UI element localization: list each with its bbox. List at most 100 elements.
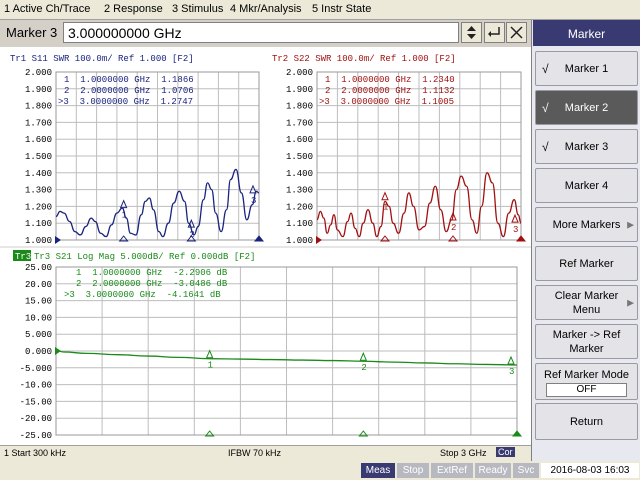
chart-title: Tr2 S22 SWR 100.0m/ Ref 1.000 [F2] — [272, 54, 456, 64]
y-tick-label: 1.300 — [25, 186, 52, 196]
ref-level-arrow — [55, 236, 61, 244]
marker-number: 2 — [361, 363, 366, 373]
y-tick-label: 1.200 — [25, 202, 52, 212]
return-button[interactable]: Return — [535, 403, 638, 440]
marker-number: 3 — [251, 196, 256, 206]
marker-x-indicator — [253, 235, 265, 242]
more-markers-button[interactable]: More Markers ▶ — [535, 207, 638, 242]
softkey-label: Marker 3 — [564, 140, 609, 153]
chart-tr3-s21: Tr3 Tr3 S21 Log Mag 5.000dB/ Ref 0.000dB… — [13, 250, 523, 441]
marker-readout-line: 1 1.0000000 GHz -2.2906 dB — [76, 268, 228, 278]
marker-number: 1 — [383, 203, 388, 213]
marker-readout-line: 2 2.0000000 GHz 1.1132 — [325, 86, 455, 96]
chart-title: Tr1 S11 SWR 100.0m/ Ref 1.000 [F2] — [10, 54, 194, 64]
clear-marker-menu-button[interactable]: Clear Marker Menu ▶ — [535, 285, 638, 320]
y-tick-label: 1.500 — [25, 152, 52, 162]
y-tick-label: 15.00 — [25, 297, 52, 307]
menu-bar: 1 Active Ch/Trace 2 Response 3 Stimulus … — [0, 0, 640, 20]
y-tick-label: 2.000 — [25, 68, 52, 78]
status-bar: 1 Start 300 kHz IFBW 70 kHz Stop 3 GHz C… — [0, 445, 531, 461]
ref-marker-button[interactable]: Ref Marker — [535, 246, 638, 281]
marker-readout-line: 2 2.0000000 GHz -3.0486 dB — [76, 279, 228, 289]
softkey-label: Ref Marker Mode — [544, 369, 629, 381]
menu-instr-state[interactable]: 5 Instr State — [312, 3, 371, 15]
marker-to-ref-marker-button[interactable]: Marker -> Ref Marker — [535, 324, 638, 359]
softkey-label: Marker 4 — [564, 179, 609, 192]
enter-icon[interactable] — [484, 22, 505, 43]
softkey-label: Return — [569, 415, 604, 428]
marker-readout: 1 1.0000000 GHz 1.2340 2 2.0000000 GHz 1… — [319, 75, 455, 107]
status-stop: Stop 3 GHz — [440, 448, 487, 458]
y-tick-label: 1.600 — [25, 135, 52, 145]
menu-response[interactable]: 2 Response — [104, 3, 163, 15]
marker-readout-line: 1 1.0000000 GHz 1.2340 — [325, 75, 455, 85]
marker-number: 2 — [451, 223, 456, 233]
y-tick-label: 1.900 — [286, 85, 313, 95]
entry-label: Marker 3 — [6, 25, 58, 40]
entry-bar: Marker 3 3.000000000 GHz — [0, 20, 531, 47]
y-tick-label: 1.600 — [286, 135, 313, 145]
status-ifbw: IFBW 70 kHz — [228, 448, 282, 458]
marker-2-button[interactable]: √ Marker 2 — [535, 90, 638, 125]
softkey-label: Clear Marker Menu — [554, 289, 619, 316]
svc-indicator: Svc — [513, 463, 539, 478]
softkey-label: Marker -> Ref Marker — [552, 328, 621, 355]
ref-level-arrow — [55, 347, 61, 355]
tr3-badge-label: Tr3 — [15, 252, 31, 262]
marker-readout-line: >3 3.0000000 GHz 1.1005 — [319, 97, 454, 107]
marker-3-button[interactable]: √ Marker 3 — [535, 129, 638, 164]
y-tick-label: 1.400 — [286, 169, 313, 179]
status-start: 1 Start 300 kHz — [4, 448, 67, 458]
marker-4-button[interactable]: Marker 4 — [535, 168, 638, 203]
marker-1-button[interactable]: √ Marker 1 — [535, 51, 638, 86]
menu-stimulus[interactable]: 3 Stimulus — [172, 3, 223, 15]
meas-indicator: Meas — [361, 463, 395, 478]
ready-indicator: Ready — [475, 463, 511, 478]
stop-indicator: Stop — [397, 463, 429, 478]
y-tick-label: 10.00 — [25, 313, 52, 323]
ref-marker-mode-value: OFF — [546, 383, 627, 397]
marker-number: 1 — [122, 211, 127, 221]
y-tick-label: 1.400 — [25, 169, 52, 179]
y-tick-label: 2.000 — [286, 68, 313, 78]
ref-marker-mode-button[interactable]: Ref Marker Mode OFF — [535, 363, 638, 400]
marker-readout-line: >3 3.0000000 GHz -4.1641 dB — [64, 290, 221, 300]
chart-tr2-s22: Tr2 S22 SWR 100.0m/ Ref 1.000 [F2] 2.000… — [272, 54, 527, 246]
spin-up-down-icon[interactable] — [461, 22, 482, 43]
chart-title: Tr3 S21 Log Mag 5.000dB/ Ref 0.000dB [F2… — [34, 252, 255, 262]
charts-svg: Tr1 S11 SWR 100.0m/ Ref 1.000 [F2] 2.000… — [0, 54, 531, 441]
marker-readout-line: >3 3.0000000 GHz 1.2747 — [58, 97, 193, 107]
y-tick-label: 1.700 — [286, 118, 313, 128]
y-tick-label: 1.500 — [286, 152, 313, 162]
marker-triangle — [511, 213, 519, 223]
y-tick-label: 20.00 — [25, 280, 52, 290]
marker-readout-line: 2 2.0000000 GHz 1.0706 — [64, 86, 194, 96]
status-cor-badge: Cor — [496, 447, 515, 457]
marker-x-indicator — [511, 430, 523, 437]
softkey-label: More Markers — [552, 218, 621, 231]
y-tick-label: 1.100 — [286, 219, 313, 229]
y-tick-label: 1.000 — [25, 236, 52, 246]
chart-tr1-s11: Tr1 S11 SWR 100.0m/ Ref 1.000 [F2] 2.000… — [10, 54, 265, 246]
marker-triangle — [381, 191, 389, 201]
menu-mkr-analysis[interactable]: 4 Mkr/Analysis — [230, 3, 302, 15]
marker-number: 1 — [208, 361, 213, 371]
y-tick-label: 1.000 — [286, 236, 313, 246]
y-tick-label: 25.00 — [25, 263, 52, 273]
submenu-arrow-icon: ▶ — [627, 219, 634, 229]
y-tick-label: 0.000 — [25, 347, 52, 357]
y-tick-label: -10.00 — [20, 381, 52, 391]
y-tick-label: 1.300 — [286, 186, 313, 196]
entry-value-field[interactable]: 3.000000000 GHz — [63, 22, 459, 43]
y-tick-label: -25.00 — [20, 431, 52, 441]
marker-x-indicator — [515, 235, 527, 242]
y-tick-label: 1.800 — [25, 102, 52, 112]
softkey-title: Marker — [533, 20, 640, 46]
marker-number: 3 — [513, 225, 518, 235]
menu-active-ch-trace[interactable]: 1 Active Ch/Trace — [4, 3, 90, 15]
marker-readout: 1 1.0000000 GHz -2.2906 dB 2 2.0000000 G… — [64, 268, 228, 300]
close-icon[interactable] — [506, 22, 527, 43]
charts-area: Tr1 S11 SWR 100.0m/ Ref 1.000 [F2] 2.000… — [0, 47, 531, 445]
marker-readout-line: 1 1.0000000 GHz 1.1866 — [64, 75, 194, 85]
submenu-arrow-icon: ▶ — [627, 297, 634, 307]
